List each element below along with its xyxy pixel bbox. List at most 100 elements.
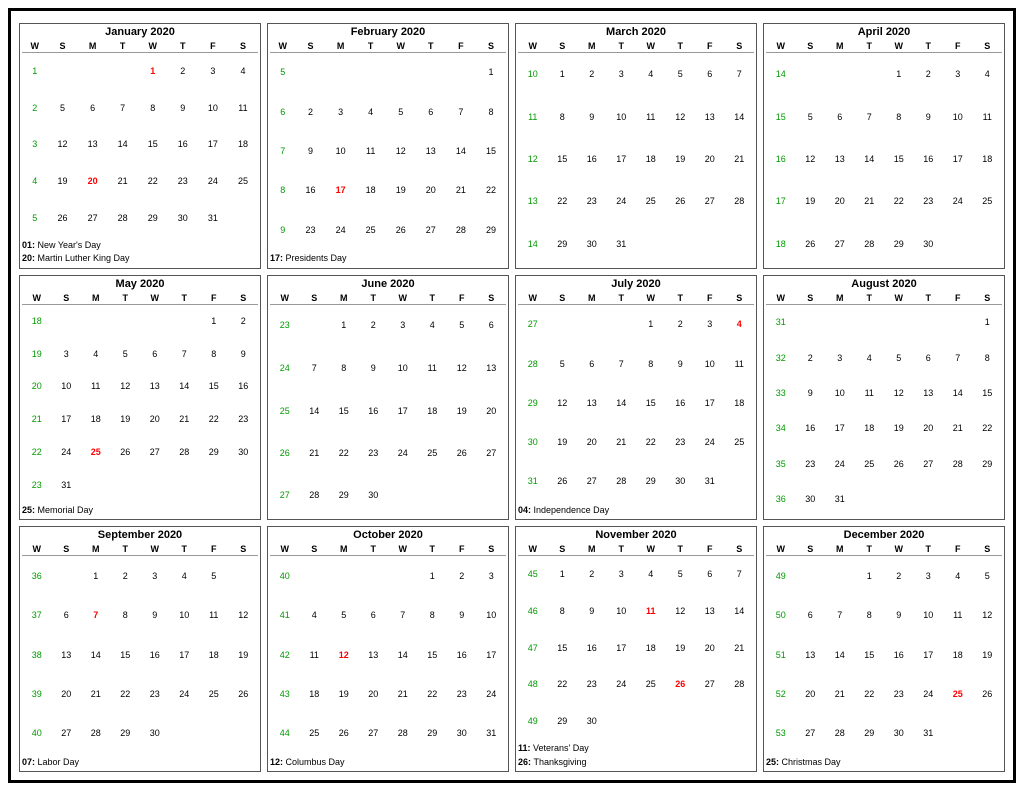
cal-table-8: WSMTWTFS36123453767891011123813141516171… xyxy=(22,543,258,753)
cal-cell: 1 xyxy=(418,556,448,597)
cal-cell: 29 xyxy=(199,436,229,469)
col-header-3: T xyxy=(855,543,885,556)
cal-cell: 13 xyxy=(359,636,389,675)
cal-cell: 26 xyxy=(386,211,416,250)
col-header-6: F xyxy=(695,292,725,305)
cal-cell: 12 xyxy=(666,594,696,631)
col-header-6: F xyxy=(943,292,973,305)
cal-cell: 9 xyxy=(577,96,607,138)
cal-cell: 53 xyxy=(766,714,796,753)
cal-cell: 5 xyxy=(973,556,1003,597)
col-header-1: S xyxy=(548,40,578,53)
cal-cell: 1 xyxy=(329,304,359,348)
cal-cell: 7 xyxy=(855,96,885,138)
cal-cell: 25 xyxy=(636,181,666,223)
cal-cell: 52 xyxy=(766,675,796,714)
cal-cell: 17 xyxy=(52,404,82,437)
cal-cell: 17 xyxy=(943,139,973,181)
cal-cell: 11 xyxy=(973,96,1003,138)
holidays-note-6: 04: Independence Day xyxy=(518,504,754,518)
cal-cell xyxy=(548,304,578,345)
cal-cell: 40 xyxy=(22,714,52,753)
cal-cell: 29 xyxy=(855,714,885,753)
cal-cell: 21 xyxy=(825,675,855,714)
cal-cell: 4 xyxy=(228,53,258,91)
cal-cell: 16 xyxy=(577,630,607,667)
cal-cell: 9 xyxy=(140,597,170,636)
cal-cell: 27 xyxy=(52,714,82,753)
cal-cell: 46 xyxy=(518,594,548,631)
cal-cell: 19 xyxy=(884,411,914,446)
col-header-4: W xyxy=(388,543,418,556)
cal-cell: 18 xyxy=(973,139,1003,181)
cal-cell: 4 xyxy=(636,53,666,97)
cal-cell: 29 xyxy=(518,384,548,423)
cal-cell: 5 xyxy=(447,304,477,348)
col-header-2: M xyxy=(81,292,111,305)
col-header-3: T xyxy=(111,543,141,556)
col-header-0: W xyxy=(270,40,296,53)
cal-cell: 24 xyxy=(914,675,944,714)
cal-table-0: WSMTWTFS11234256789101131213141516171841… xyxy=(22,40,258,237)
cal-cell: 23 xyxy=(229,404,259,437)
cal-cell: 1 xyxy=(138,53,168,91)
cal-cell xyxy=(695,223,725,265)
cal-cell: 50 xyxy=(766,597,796,636)
cal-cell: 28 xyxy=(943,447,973,482)
cal-cell: 25 xyxy=(270,390,300,432)
cal-cell: 24 xyxy=(607,181,637,223)
month-title-4: May 2020 xyxy=(22,278,258,290)
cal-cell xyxy=(796,304,826,341)
cal-cell: 49 xyxy=(766,556,796,597)
col-header-5: T xyxy=(666,543,696,556)
month-title-5: June 2020 xyxy=(270,278,506,290)
cal-cell: 30 xyxy=(140,714,170,753)
col-header-2: M xyxy=(825,40,855,53)
cal-cell: 23 xyxy=(140,675,170,714)
cal-cell: 6 xyxy=(825,96,855,138)
col-header-4: W xyxy=(636,543,666,556)
cal-cell: 10 xyxy=(695,345,725,384)
col-header-7: S xyxy=(477,543,507,556)
cal-cell xyxy=(359,556,389,597)
cal-cell: 16 xyxy=(796,411,826,446)
cal-cell: 8 xyxy=(199,338,229,371)
cal-cell: 28 xyxy=(81,714,111,753)
cal-cell: 15 xyxy=(418,636,448,675)
cal-cell: 19 xyxy=(447,390,477,432)
col-header-5: T xyxy=(666,40,696,53)
cal-cell: 23 xyxy=(296,211,326,250)
cal-cell: 3 xyxy=(607,53,637,97)
col-header-7: S xyxy=(973,292,1003,305)
cal-cell: 29 xyxy=(636,463,666,502)
cal-cell: 12 xyxy=(666,96,696,138)
cal-cell: 28 xyxy=(300,475,330,517)
cal-cell xyxy=(229,714,259,753)
cal-cell: 19 xyxy=(973,636,1003,675)
cal-cell: 6 xyxy=(796,597,826,636)
cal-cell: 23 xyxy=(577,667,607,704)
cal-cell xyxy=(973,714,1003,753)
cal-cell: 6 xyxy=(52,597,82,636)
cal-cell xyxy=(884,482,914,517)
col-header-2: M xyxy=(825,292,855,305)
col-header-3: T xyxy=(356,40,386,53)
cal-cell: 29 xyxy=(548,223,578,265)
cal-cell: 6 xyxy=(270,93,296,132)
cal-cell: 12 xyxy=(548,384,578,423)
cal-cell: 25 xyxy=(855,447,885,482)
cal-cell: 7 xyxy=(300,348,330,390)
cal-cell: 4 xyxy=(855,341,885,376)
cal-cell: 3 xyxy=(140,556,170,597)
cal-cell xyxy=(300,556,330,597)
cal-cell: 12 xyxy=(329,636,359,675)
cal-cell xyxy=(796,556,826,597)
col-header-2: M xyxy=(329,292,359,305)
cal-table-7: WSMTWTFS31132234567833910111213141534161… xyxy=(766,292,1002,518)
cal-table-2: WSMTWTFS10123456711891011121314121516171… xyxy=(518,40,754,266)
cal-cell: 2 xyxy=(796,341,826,376)
cal-cell: 22 xyxy=(418,675,448,714)
cal-cell: 15 xyxy=(548,139,578,181)
cal-cell: 30 xyxy=(666,463,696,502)
cal-cell: 14 xyxy=(943,376,973,411)
